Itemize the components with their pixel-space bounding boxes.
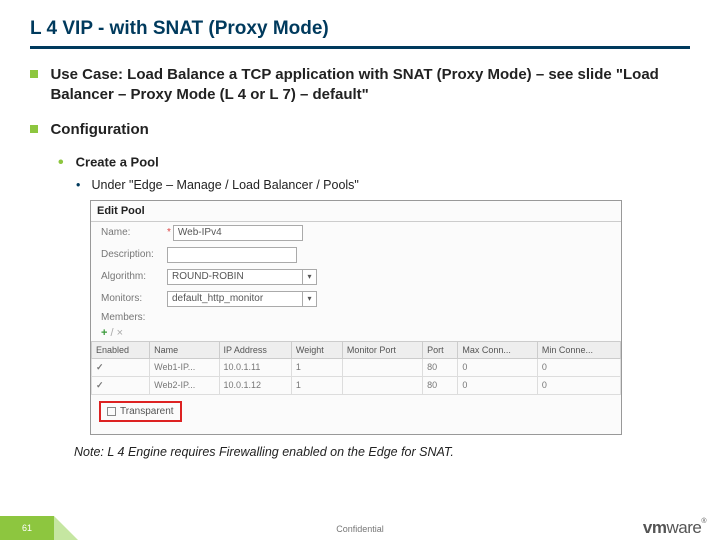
cell: Web1-IP... bbox=[150, 358, 219, 376]
col-ip[interactable]: IP Address bbox=[219, 341, 291, 358]
delete-icon[interactable]: × bbox=[117, 327, 123, 339]
col-maxconn[interactable]: Max Conn... bbox=[458, 341, 538, 358]
check-icon: ✓ bbox=[92, 358, 150, 376]
cell: 0 bbox=[458, 376, 538, 394]
note-text: Note: L 4 Engine requires Firewalling en… bbox=[74, 445, 690, 459]
under-text: Under "Edge – Manage / Load Balancer / P… bbox=[91, 178, 358, 192]
chevron-down-icon: ▾ bbox=[302, 270, 316, 284]
cell: 10.0.1.12 bbox=[219, 376, 291, 394]
square-bullet-icon bbox=[30, 125, 38, 133]
logo-ware: ware bbox=[666, 518, 701, 537]
confidential-label: Confidential bbox=[0, 524, 720, 534]
chevron-down-icon: ▾ bbox=[302, 292, 316, 306]
bullet-under: • Under "Edge – Manage / Load Balancer /… bbox=[76, 178, 690, 192]
monitors-label: Monitors: bbox=[101, 293, 167, 304]
cell: 10.0.1.11 bbox=[219, 358, 291, 376]
cell: 0 bbox=[537, 358, 620, 376]
col-enabled[interactable]: Enabled bbox=[92, 341, 150, 358]
cell bbox=[342, 358, 422, 376]
bullet-configuration: Configuration bbox=[30, 120, 690, 140]
slide-title: L 4 VIP - with SNAT (Proxy Mode) bbox=[30, 18, 690, 49]
bullet-create-pool: • Create a Pool bbox=[58, 154, 690, 172]
cell bbox=[342, 376, 422, 394]
cell: 1 bbox=[291, 358, 342, 376]
monitors-select[interactable]: default_http_monitor ▾ bbox=[167, 291, 317, 307]
algorithm-select[interactable]: ROUND-ROBIN ▾ bbox=[167, 269, 317, 285]
panel-title: Edit Pool bbox=[91, 201, 621, 222]
members-table: Enabled Name IP Address Weight Monitor P… bbox=[91, 341, 621, 395]
algorithm-row: Algorithm: ROUND-ROBIN ▾ bbox=[91, 266, 621, 288]
table-row[interactable]: ✓ Web2-IP... 10.0.1.12 1 80 0 0 bbox=[92, 376, 621, 394]
add-icon[interactable]: + bbox=[101, 327, 107, 339]
usecase-text: Use Case: Load Balance a TCP application… bbox=[50, 65, 670, 106]
monitors-row: Monitors: default_http_monitor ▾ bbox=[91, 288, 621, 310]
col-name[interactable]: Name bbox=[150, 341, 219, 358]
checkbox-icon[interactable] bbox=[107, 407, 116, 416]
members-label: Members: bbox=[91, 310, 621, 325]
bullet-list: Use Case: Load Balance a TCP application… bbox=[30, 65, 690, 459]
toolbar-icons: + / × bbox=[91, 325, 621, 341]
description-input[interactable] bbox=[167, 247, 297, 263]
edit-icon[interactable]: / bbox=[111, 327, 114, 339]
edit-pool-panel: Edit Pool Name: * Web-IPv4 Description: … bbox=[90, 200, 622, 435]
name-value: Web-IPv4 bbox=[178, 227, 222, 238]
cell: 0 bbox=[537, 376, 620, 394]
logo-vm: vm bbox=[643, 518, 667, 537]
cell: Web2-IP... bbox=[150, 376, 219, 394]
footer: 61 Confidential vmware® bbox=[0, 510, 720, 540]
required-asterisk-icon: * bbox=[167, 227, 171, 238]
cell: 80 bbox=[423, 376, 458, 394]
col-port[interactable]: Port bbox=[423, 341, 458, 358]
dot-bullet-icon: • bbox=[76, 178, 88, 192]
create-pool-text: Create a Pool bbox=[76, 154, 159, 169]
col-monitor-port[interactable]: Monitor Port bbox=[342, 341, 422, 358]
name-label: Name: bbox=[101, 227, 130, 238]
cell: 1 bbox=[291, 376, 342, 394]
name-row: Name: * Web-IPv4 bbox=[91, 222, 621, 244]
col-weight[interactable]: Weight bbox=[291, 341, 342, 358]
configuration-text: Configuration bbox=[50, 120, 670, 140]
trademark-icon: ® bbox=[701, 518, 706, 525]
cell: 80 bbox=[423, 358, 458, 376]
check-icon: ✓ bbox=[92, 376, 150, 394]
transparent-label: Transparent bbox=[120, 406, 174, 417]
algorithm-value: ROUND-ROBIN bbox=[172, 271, 244, 282]
dot-bullet-icon: • bbox=[58, 154, 72, 172]
bullet-usecase: Use Case: Load Balance a TCP application… bbox=[30, 65, 690, 106]
table-row[interactable]: ✓ Web1-IP... 10.0.1.11 1 80 0 0 bbox=[92, 358, 621, 376]
cell: 0 bbox=[458, 358, 538, 376]
col-minconn[interactable]: Min Conne... bbox=[537, 341, 620, 358]
transparent-checkbox-row[interactable]: Transparent bbox=[99, 401, 182, 422]
description-row: Description: bbox=[91, 244, 621, 266]
monitors-value: default_http_monitor bbox=[172, 293, 263, 304]
name-input[interactable]: Web-IPv4 bbox=[173, 225, 303, 241]
description-label: Description: bbox=[101, 249, 167, 260]
vmware-logo: vmware® bbox=[643, 518, 706, 538]
square-bullet-icon bbox=[30, 70, 38, 78]
algorithm-label: Algorithm: bbox=[101, 271, 167, 282]
